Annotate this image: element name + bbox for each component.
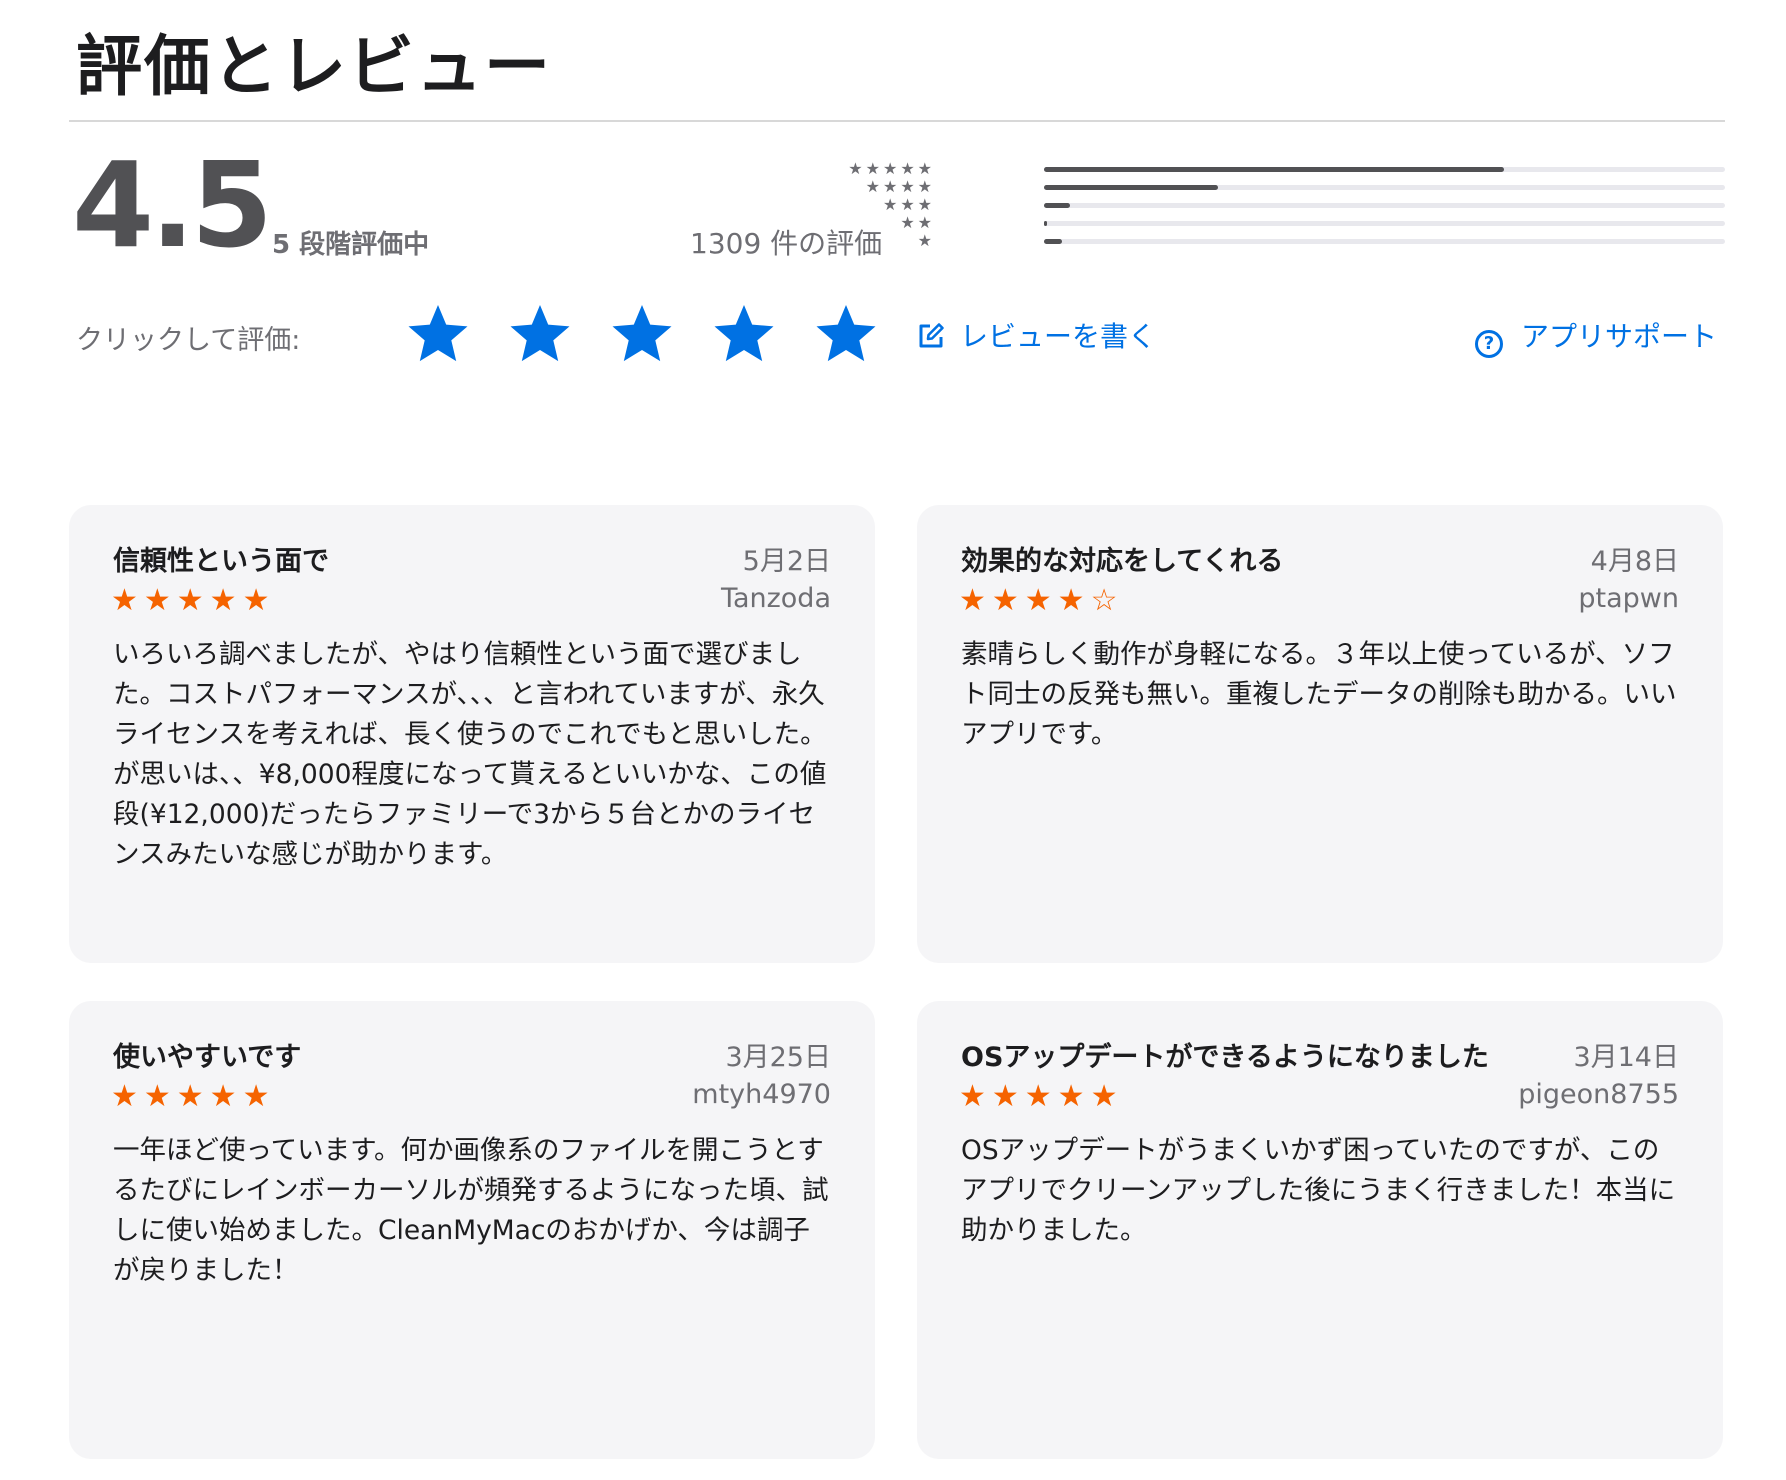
histogram-track: [1044, 203, 1725, 208]
histogram-row-5: ★★★★★: [848, 160, 1725, 178]
review-author: Tanzoda: [720, 583, 831, 614]
click-to-rate-stars: [405, 302, 915, 372]
histogram-track: [1044, 167, 1725, 172]
star-icon: [612, 305, 672, 362]
histogram-track: [1044, 221, 1725, 226]
review-author: ptapwn: [1578, 583, 1679, 614]
star-icon: [714, 305, 774, 362]
review-stars: ★★★★★: [111, 1079, 276, 1114]
review-date: 5月2日: [742, 546, 831, 577]
review-title: 信頼性という面で: [113, 546, 329, 577]
review-stars: ★★★★★: [959, 1079, 1124, 1114]
histogram-bar: [1044, 185, 1218, 190]
histogram-bar: [1044, 167, 1504, 172]
histogram-track: [1044, 185, 1725, 190]
review-title: 効果的な対応をしてくれる: [961, 546, 1284, 577]
review-title: OSアップデートができるようになりました: [961, 1042, 1489, 1073]
rate-star-2[interactable]: [507, 302, 573, 368]
section-title: 評価とレビュー: [76, 28, 552, 105]
histogram-stars-label: ★★★★★: [848, 159, 935, 178]
histogram-stars-label: ★★★: [882, 195, 935, 214]
histogram-bar: [1044, 221, 1048, 226]
histogram-bar: [1044, 203, 1070, 208]
click-to-rate-label: クリックして評価:: [76, 325, 301, 356]
review-body: 一年ほど使っています。何か画像系のファイルを開こうとするたびにレインボーカーソル…: [113, 1135, 829, 1286]
star-icon: [408, 305, 468, 362]
histogram-row-3: ★★★: [883, 196, 1725, 214]
rating-scale-label: 5 段階評価中: [272, 230, 430, 260]
review-stars: ★★★★☆: [959, 583, 1124, 618]
review-body: 素晴らしく動作が身軽になる。３年以上使っているが、ソフト同士の反発も無い。重複し…: [961, 639, 1677, 750]
review-body: OSアップデートがうまくいかず困っていたのですが、このアプリでクリーンアップした…: [961, 1135, 1676, 1246]
histogram-row-1: ★: [910, 232, 1725, 250]
review-card[interactable]: 使いやすいです 3月25日 ★★★★★ mtyh4970 一年ほど使っています。…: [69, 1001, 875, 1459]
write-review-link[interactable]: レビューを書く: [916, 315, 1156, 355]
edit-icon: [919, 323, 944, 348]
star-icon: [816, 305, 876, 362]
star-icon: [510, 305, 570, 362]
review-card[interactable]: 効果的な対応をしてくれる 4月8日 ★★★★☆ ptapwn 素晴らしく動作が身…: [917, 505, 1723, 963]
rate-star-4[interactable]: [711, 302, 777, 368]
histogram-stars-label: ★★★★: [865, 177, 935, 196]
histogram-bar: [1044, 239, 1062, 244]
review-author: pigeon8755: [1518, 1079, 1679, 1110]
app-support-link[interactable]: ? アプリサポート: [1475, 315, 1717, 358]
review-body: いろいろ調べましたが、やはり信頼性という面で選びました。コストパフォーマンスが、…: [113, 639, 827, 870]
write-review-label: レビューを書く: [960, 320, 1157, 353]
divider: [69, 120, 1725, 122]
help-icon: ?: [1475, 330, 1503, 358]
review-date: 4月8日: [1590, 546, 1679, 577]
histogram-row-2: ★★: [900, 214, 1725, 232]
rate-star-3[interactable]: [609, 302, 675, 368]
rate-star-5[interactable]: [813, 302, 879, 368]
review-card[interactable]: 信頼性という面で 5月2日 ★★★★★ Tanzoda いろいろ調べましたが、や…: [69, 505, 875, 963]
review-title: 使いやすいです: [113, 1042, 302, 1073]
histogram-stars-label: ★: [917, 231, 935, 250]
histogram-stars-label: ★★: [900, 213, 935, 232]
review-date: 3月14日: [1573, 1042, 1679, 1073]
rate-star-1[interactable]: [405, 302, 471, 368]
rating-count: 1309 件の評価: [690, 227, 883, 260]
histogram-track: [1044, 239, 1725, 244]
histogram-row-4: ★★★★: [866, 178, 1725, 196]
app-support-label: アプリサポート: [1521, 320, 1718, 353]
review-stars: ★★★★★: [111, 583, 276, 618]
review-card[interactable]: OSアップデートができるようになりました 3月14日 ★★★★★ pigeon8…: [917, 1001, 1723, 1459]
review-date: 3月25日: [725, 1042, 831, 1073]
average-rating: 4.5: [72, 136, 273, 274]
review-author: mtyh4970: [692, 1079, 831, 1110]
